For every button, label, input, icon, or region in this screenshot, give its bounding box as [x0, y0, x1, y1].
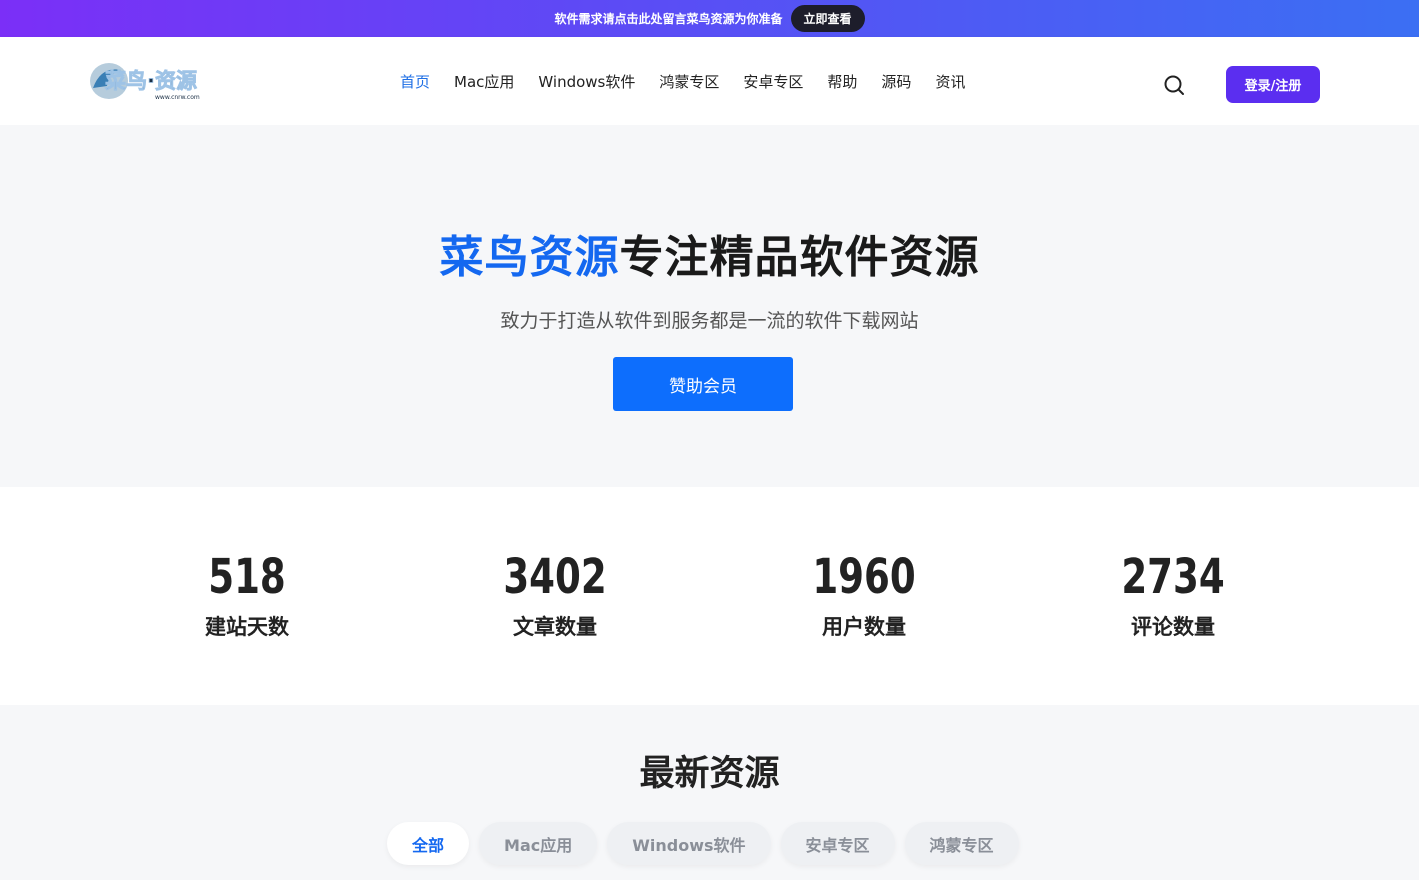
tab-harmony[interactable]: 鸿蒙专区: [904, 822, 1019, 865]
main-nav: 首页 Mac应用 Windows软件 鸿蒙专区 安卓专区 帮助 源码 资讯: [400, 71, 989, 92]
nav-home[interactable]: 首页: [400, 71, 430, 92]
announcement-bar[interactable]: 软件需求请点击此处留言菜鸟资源为你准备 立即查看: [0, 0, 1419, 37]
logo-subtext: www.cnrw.com: [155, 94, 200, 101]
hero-title-brand: 菜鸟资源: [439, 232, 620, 283]
category-tabs: 全部 Mac应用 Windows软件 安卓专区 鸿蒙专区: [387, 822, 1019, 865]
latest-resources-section: 最新资源 全部 Mac应用 Windows软件 安卓专区 鸿蒙专区: [0, 705, 1419, 880]
stat-value: 1960: [812, 549, 916, 605]
stat-value: 2734: [1121, 549, 1225, 605]
stats-section: 518 建站天数 3402 文章数量 1960 用户数量 2734 评论数量: [0, 487, 1419, 705]
nav-harmony[interactable]: 鸿蒙专区: [659, 71, 719, 92]
stat-label: 用户数量: [822, 615, 906, 639]
hero-section: 菜鸟资源专注精品软件资源 致力于打造从软件到服务都是一流的软件下载网站 赞助会员: [0, 125, 1419, 487]
tab-all[interactable]: 全部: [387, 822, 470, 865]
stat-articles: 3402 文章数量: [425, 549, 685, 641]
nav-windows[interactable]: Windows软件: [538, 71, 635, 92]
stat-site-days: 518 建站天数: [117, 549, 377, 641]
nav-mac[interactable]: Mac应用: [454, 71, 514, 92]
tab-mac[interactable]: Mac应用: [479, 822, 598, 865]
view-now-button[interactable]: 立即查看: [790, 5, 865, 32]
stat-comments: 2734 评论数量: [1043, 549, 1303, 641]
hero-title: 菜鸟资源专注精品软件资源: [0, 221, 1419, 285]
nav-help[interactable]: 帮助: [827, 71, 857, 92]
sponsor-member-button[interactable]: 赞助会员: [613, 357, 793, 411]
logo-text: 菜鸟·资源: [104, 69, 197, 93]
nav-news[interactable]: 资讯: [935, 71, 965, 92]
stat-value: 518: [208, 549, 286, 605]
stat-label: 评论数量: [1131, 615, 1215, 639]
login-register-button[interactable]: 登录/注册: [1226, 66, 1320, 103]
tab-android[interactable]: 安卓专区: [780, 822, 895, 865]
stat-label: 文章数量: [513, 615, 597, 639]
hero-title-rest: 专注精品软件资源: [619, 232, 980, 283]
tab-windows[interactable]: Windows软件: [607, 822, 771, 865]
nav-source[interactable]: 源码: [881, 71, 911, 92]
hero-subtitle: 致力于打造从软件到服务都是一流的软件下载网站: [500, 310, 919, 332]
announcement-text[interactable]: 软件需求请点击此处留言菜鸟资源为你准备: [554, 10, 782, 27]
site-header: 菜鸟·资源 www.cnrw.com 首页 Mac应用 Windows软件 鸿蒙…: [0, 37, 1419, 125]
stat-label: 建站天数: [205, 615, 289, 639]
search-icon[interactable]: [1162, 73, 1186, 97]
stat-value: 3402: [503, 549, 607, 605]
latest-title: 最新资源: [639, 754, 780, 794]
nav-android[interactable]: 安卓专区: [743, 71, 803, 92]
site-logo[interactable]: 菜鸟·资源 www.cnrw.com: [87, 60, 217, 102]
stat-users: 1960 用户数量: [734, 549, 994, 641]
